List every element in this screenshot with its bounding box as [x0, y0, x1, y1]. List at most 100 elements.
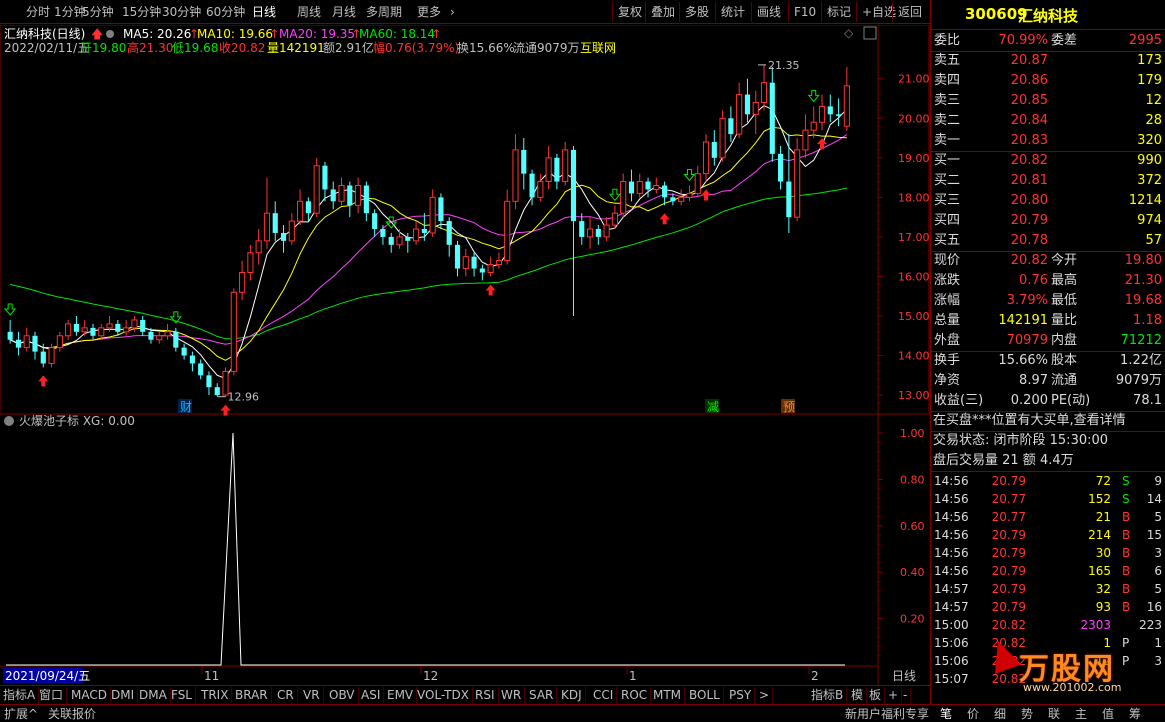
- indicator-tab[interactable]: BRAR: [232, 687, 272, 703]
- candle-body: [479, 268, 485, 273]
- tick-direction: B: [1122, 546, 1131, 560]
- detail-tab[interactable]: 价: [967, 706, 979, 722]
- period-tab[interactable]: 多周期: [366, 4, 402, 20]
- ma60-line: [9, 187, 848, 340]
- quote-value: 71212: [1120, 333, 1162, 348]
- period-tab[interactable]: 1分钟: [54, 4, 86, 20]
- status-link[interactable]: 扩展^: [4, 706, 38, 722]
- tick-count: 223: [1139, 618, 1162, 632]
- indicator-tab[interactable]: BOLL: [686, 687, 724, 703]
- ask-row: 卖四 20.86 179: [931, 71, 1165, 91]
- indicator-tab[interactable]: ROC: [618, 687, 652, 703]
- notice-row[interactable]: 在买盘***位置有大买单,查看详情: [931, 411, 1165, 431]
- indicator-tab[interactable]: ASI: [358, 687, 385, 703]
- indicator-tab[interactable]: SAR: [526, 687, 558, 703]
- toolbar-button[interactable]: 画线: [757, 4, 781, 20]
- toolbar-button[interactable]: 复权: [618, 4, 642, 20]
- indicator-tab[interactable]: CR: [274, 687, 298, 703]
- period-tab[interactable]: 分时: [26, 4, 50, 20]
- toolbar-button[interactable]: 返回: [898, 4, 922, 20]
- indicator-tab[interactable]: PSY: [726, 687, 756, 703]
- ask-price: 20.87: [1010, 53, 1048, 68]
- event-tag[interactable]: 减: [707, 400, 719, 414]
- indicator-tab[interactable]: WR: [498, 687, 526, 703]
- promo-link[interactable]: 新用户福利专享: [845, 706, 929, 722]
- tick-volume: 32: [1095, 582, 1111, 596]
- detail-tab[interactable]: 势: [1021, 706, 1033, 722]
- detail-tab[interactable]: 值: [1102, 706, 1114, 722]
- tabs-scroll-chevron-icon[interactable]: >: [756, 687, 774, 703]
- period-tab[interactable]: 月线: [332, 4, 356, 20]
- indicator-tab[interactable]: FSL: [168, 687, 196, 703]
- settings-circle-icon[interactable]: [106, 30, 114, 38]
- event-tag[interactable]: 财: [180, 400, 192, 414]
- toolbar-button[interactable]: 标记: [827, 4, 851, 20]
- candle-body: [570, 149, 577, 222]
- tick-time: 15:00: [934, 618, 969, 632]
- period-tab[interactable]: 更多: [417, 4, 441, 20]
- price-tick-label: 16.00: [898, 270, 930, 283]
- period-tab[interactable]: 5分钟: [82, 4, 114, 20]
- toolbar-button[interactable]: 多股: [685, 4, 709, 20]
- indicator-tab[interactable]: TRIX: [198, 687, 233, 703]
- indicator-tab[interactable]: DMI: [108, 687, 139, 703]
- toolbar-button[interactable]: +自选: [862, 4, 896, 20]
- ask-volume: 28: [1145, 113, 1162, 128]
- detail-tab[interactable]: 主: [1075, 706, 1087, 722]
- indicator-option-tab[interactable]: 指标B: [808, 687, 848, 703]
- indicator-tab[interactable]: CCI: [590, 687, 618, 703]
- bid-label: 买二: [934, 173, 961, 188]
- candle-body: [363, 185, 369, 214]
- toolbar-button[interactable]: 叠加: [651, 4, 675, 20]
- period-tab[interactable]: 30分钟: [162, 4, 201, 20]
- toolbar-button[interactable]: F10: [794, 4, 816, 20]
- indicator-tab[interactable]: VR: [300, 687, 324, 703]
- period-tab[interactable]: 15分钟: [122, 4, 161, 20]
- up-arrow-icon: ↑: [431, 27, 441, 41]
- detail-tab[interactable]: 联: [1048, 706, 1060, 722]
- chart-svg[interactable]: 汇纳科技(日线) 🡅 MA5: 20.26↑MA10: 19.66↑ MA20: 19…: [0, 24, 930, 685]
- indicator-option-tab[interactable]: 模: [848, 687, 868, 703]
- big-order-notice: 在买盘***位置有大买单,查看详情: [933, 413, 1126, 428]
- indicator-tab[interactable]: OBV: [326, 687, 359, 703]
- chart-area[interactable]: 汇纳科技(日线) 🡅 MA5: 20.26 ↑ MA10: 19.66 ↑ MA20: 19…: [0, 24, 930, 685]
- detail-tab[interactable]: 笔: [940, 706, 952, 722]
- candle-body: [198, 363, 204, 376]
- event-tag[interactable]: 预: [783, 400, 795, 414]
- indicator-tab[interactable]: KDJ: [558, 687, 586, 703]
- detail-tab[interactable]: 筹: [1129, 706, 1141, 722]
- toolbar-button[interactable]: 统计: [721, 4, 745, 20]
- candle-body: [32, 335, 38, 352]
- indicator-tab[interactable]: MACD: [68, 687, 111, 703]
- ma-legend: MA20: 19.35: [279, 27, 355, 41]
- indicator-tab[interactable]: VOL-TDX: [414, 687, 473, 703]
- diamond-icon[interactable]: ◇: [844, 26, 854, 40]
- indicator-tab[interactable]: 指标A: [0, 687, 40, 703]
- period-tab[interactable]: 日线: [252, 4, 276, 20]
- more-chevron-icon[interactable]: ›: [450, 4, 455, 20]
- toolbar-separator: [788, 2, 789, 22]
- quote-row: 外盘 70979 内盘 71212: [931, 331, 1165, 351]
- period-tab[interactable]: 周线: [297, 4, 321, 20]
- indicator-tab[interactable]: EMV: [384, 687, 418, 703]
- status-link[interactable]: 关联报价: [48, 706, 96, 722]
- candle-body: [843, 85, 850, 127]
- indicator-option-tab[interactable]: 板: [866, 687, 886, 703]
- indicator-tab[interactable]: DMA: [136, 687, 171, 703]
- period-tab[interactable]: 60分钟: [206, 4, 245, 20]
- quote-value: 19.80: [1124, 253, 1162, 268]
- indicator-settings-icon[interactable]: [4, 416, 14, 426]
- tick-price: 20.79: [991, 600, 1026, 614]
- indicator-tab[interactable]: MTM: [650, 687, 686, 703]
- zoom-out-icon[interactable]: -: [900, 687, 912, 703]
- indicator-tab[interactable]: 窗口: [36, 687, 68, 703]
- candle-body: [413, 228, 420, 242]
- indicator-tick-label: 0.40: [900, 566, 925, 579]
- indicator-tab[interactable]: RSI: [472, 687, 499, 703]
- quote-row: 涨幅 3.79% 最低 19.68: [931, 291, 1165, 311]
- candle-body: [48, 347, 55, 364]
- candle-body: [81, 327, 88, 333]
- detail-tab[interactable]: 细: [994, 706, 1006, 722]
- maximize-icon[interactable]: [863, 26, 877, 40]
- tick-time: 14:57: [934, 600, 969, 614]
